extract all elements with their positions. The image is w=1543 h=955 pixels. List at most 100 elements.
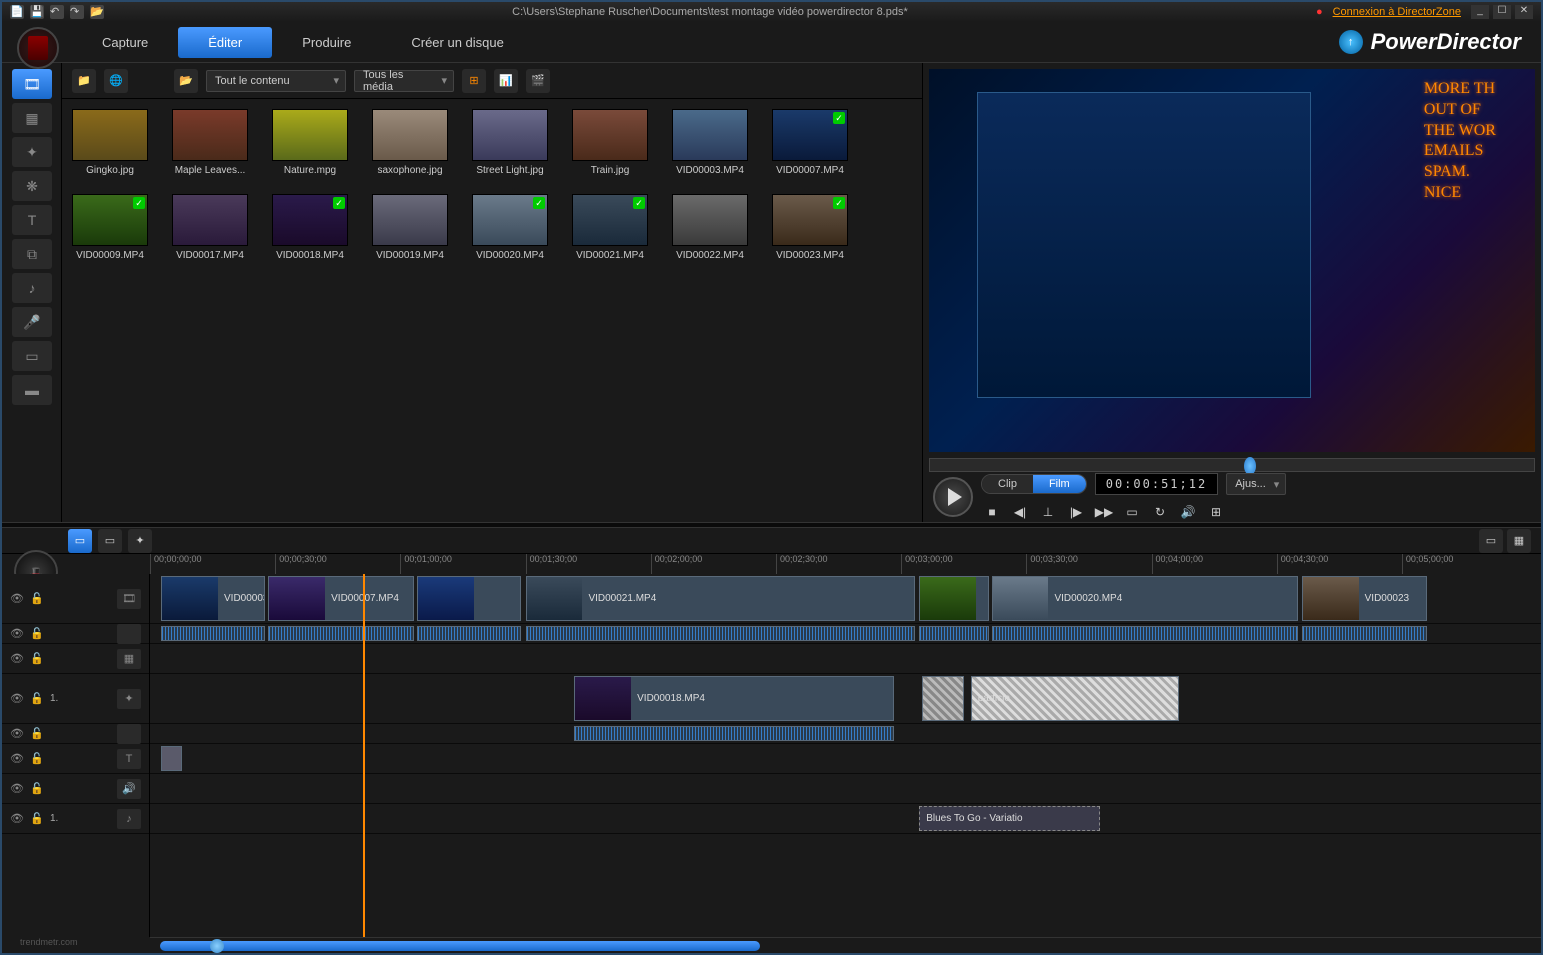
tl-view1-icon[interactable]: ▭ xyxy=(68,529,92,553)
track-row[interactable] xyxy=(150,644,1541,674)
chapter-room-icon[interactable]: ▭ xyxy=(12,341,52,371)
voice-room-icon[interactable]: 🎤 xyxy=(12,307,52,337)
media-item[interactable]: VID00017.MP4 xyxy=(172,194,248,261)
transition-room-icon[interactable]: ⧉ xyxy=(12,239,52,269)
audio-clip[interactable] xyxy=(574,726,894,741)
eye-icon[interactable]: 👁 xyxy=(10,652,24,666)
tl-display-icon[interactable]: ▭ xyxy=(1479,529,1503,553)
lock-icon[interactable]: 🔓 xyxy=(30,812,44,826)
media-item[interactable]: VID00020.MP4 xyxy=(472,194,548,261)
mode-film[interactable]: Film xyxy=(1033,475,1086,493)
step-icon[interactable]: ⊥ xyxy=(1037,503,1059,521)
eye-icon[interactable]: 👁 xyxy=(10,692,24,706)
timeline-clip[interactable] xyxy=(922,676,964,721)
import-folder-icon[interactable]: 📁 xyxy=(72,69,96,93)
timeline-clip[interactable]: VID00003 xyxy=(161,576,265,621)
track-row[interactable] xyxy=(150,624,1541,644)
loop-icon[interactable]: ↻ xyxy=(1149,503,1171,521)
particle-room-icon[interactable]: ❋ xyxy=(12,171,52,201)
new-icon[interactable]: 📄 xyxy=(10,5,24,19)
media-thumbnail[interactable] xyxy=(672,109,748,161)
media-item[interactable]: Train.jpg xyxy=(572,109,648,176)
pip-room-icon[interactable]: ✦ xyxy=(12,137,52,167)
timecode-display[interactable]: 00:00:51;12 xyxy=(1095,473,1218,495)
media-item[interactable]: Nature.mpg xyxy=(272,109,348,176)
audio-clip[interactable] xyxy=(268,626,414,641)
detect-icon[interactable]: 📊 xyxy=(494,69,518,93)
timeline-clip[interactable]: VID00007.MP4 xyxy=(268,576,414,621)
audio-clip[interactable] xyxy=(526,626,915,641)
eye-icon[interactable]: 👁 xyxy=(10,727,24,741)
audio-room-icon[interactable]: ♪ xyxy=(12,273,52,303)
track-header[interactable]: 👁 🔓 🎞 xyxy=(2,574,149,623)
media-thumbnail[interactable] xyxy=(672,194,748,246)
media-thumbnail[interactable] xyxy=(372,194,448,246)
directorzone-link[interactable]: Connexion à DirectorZone xyxy=(1333,6,1461,18)
media-thumbnail[interactable] xyxy=(472,109,548,161)
track-row[interactable]: Blues To Go - Variatio xyxy=(150,804,1541,834)
prev-frame-icon[interactable]: ◀| xyxy=(1009,503,1031,521)
preview-viewport[interactable]: MORE TH OUT OF THE WOR EMAILS SPAM. NICE xyxy=(929,69,1535,452)
media-item[interactable]: VID00003.MP4 xyxy=(672,109,748,176)
subtitle-room-icon[interactable]: ▬ xyxy=(12,375,52,405)
timeline-scrollbar[interactable] xyxy=(150,937,1541,953)
lock-icon[interactable]: 🔓 xyxy=(30,652,44,666)
media-item[interactable]: VID00009.MP4 xyxy=(72,194,148,261)
track-row[interactable]: VID00018.MP4particle xyxy=(150,674,1541,724)
fit-dropdown[interactable]: Ajus... xyxy=(1226,473,1286,495)
lock-icon[interactable]: 🔓 xyxy=(30,627,44,641)
track-row[interactable]: VID00003VID00007.MP4VID00021.MP4VID00020… xyxy=(150,574,1541,624)
timeline-ruler[interactable]: 00;00;00;0000;00;30;0000;01;00;0000;01;3… xyxy=(150,554,1541,574)
open-icon[interactable]: 📂 xyxy=(90,5,104,19)
download-icon[interactable]: 🌐 xyxy=(104,69,128,93)
tab-create-disc[interactable]: Créer un disque xyxy=(381,27,534,58)
media-thumbnail[interactable] xyxy=(272,109,348,161)
media-room-icon[interactable]: 🎞 xyxy=(12,69,52,99)
stop-icon[interactable]: ■ xyxy=(981,503,1003,521)
eye-icon[interactable]: 👁 xyxy=(10,627,24,641)
tl-view2-icon[interactable]: ▭ xyxy=(98,529,122,553)
track-header[interactable]: 👁 🔓 xyxy=(2,724,149,743)
audio-clip[interactable] xyxy=(992,626,1298,641)
tl-settings-icon[interactable]: ▦ xyxy=(1507,529,1531,553)
track-row[interactable] xyxy=(150,774,1541,804)
audio-clip[interactable] xyxy=(161,626,265,641)
maximize-button[interactable]: ☐ xyxy=(1493,5,1511,19)
music-clip[interactable]: Blues To Go - Variatio xyxy=(919,806,1100,831)
lock-icon[interactable]: 🔓 xyxy=(30,782,44,796)
media-item[interactable]: Street Light.jpg xyxy=(472,109,548,176)
audio-clip[interactable] xyxy=(1302,626,1427,641)
media-item[interactable]: Gingko.jpg xyxy=(72,109,148,176)
tl-add-icon[interactable]: ✦ xyxy=(128,529,152,553)
media-item[interactable]: VID00019.MP4 xyxy=(372,194,448,261)
media-thumbnail[interactable] xyxy=(772,194,848,246)
preview-scrubber[interactable] xyxy=(929,458,1535,472)
track-header[interactable]: 👁 🔓 1. ♪ xyxy=(2,804,149,833)
minimize-button[interactable]: _ xyxy=(1471,5,1489,19)
film-settings-icon[interactable]: 🎬 xyxy=(526,69,550,93)
volume-icon[interactable]: 🔊 xyxy=(1177,503,1199,521)
media-thumbnail[interactable] xyxy=(772,109,848,161)
timeline-clip[interactable]: VID00023 xyxy=(1302,576,1427,621)
lock-icon[interactable]: 🔓 xyxy=(30,727,44,741)
lock-icon[interactable]: 🔓 xyxy=(30,692,44,706)
media-thumbnail[interactable] xyxy=(572,194,648,246)
track-header[interactable]: 👁 🔓 🔊 xyxy=(2,774,149,803)
timeline-clip[interactable] xyxy=(919,576,989,621)
timeline-clip[interactable] xyxy=(417,576,521,621)
scroll-thumb[interactable] xyxy=(160,941,760,951)
lock-icon[interactable]: 🔓 xyxy=(30,592,44,606)
media-thumbnail[interactable] xyxy=(72,109,148,161)
timeline-clip[interactable]: particle xyxy=(971,676,1180,721)
lock-icon[interactable]: 🔓 xyxy=(30,752,44,766)
library-folder-icon[interactable]: 📂 xyxy=(174,69,198,93)
eye-icon[interactable]: 👁 xyxy=(10,592,24,606)
media-item[interactable]: saxophone.jpg xyxy=(372,109,448,176)
tab-edit[interactable]: Éditer xyxy=(178,27,272,58)
view-grid-icon[interactable]: ⊞ xyxy=(462,69,486,93)
track-row[interactable] xyxy=(150,724,1541,744)
playhead[interactable] xyxy=(363,574,365,937)
track-header[interactable]: 👁 🔓 1. ✦ xyxy=(2,674,149,723)
eye-icon[interactable]: 👁 xyxy=(10,812,24,826)
app-logo[interactable] xyxy=(17,27,59,69)
